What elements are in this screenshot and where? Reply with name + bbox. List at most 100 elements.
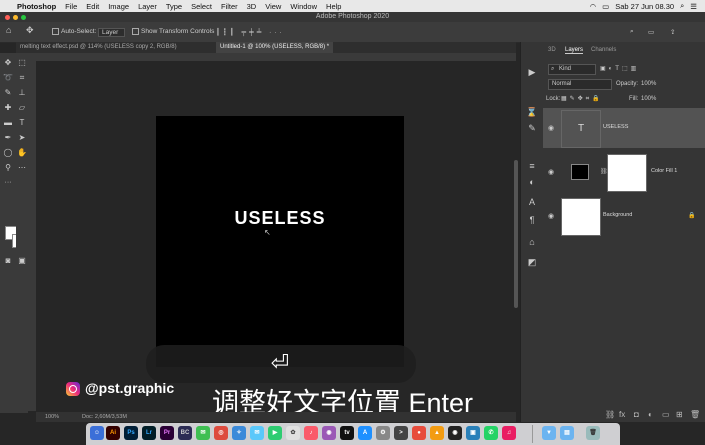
dock-app-lightroom[interactable]: Lr	[142, 426, 156, 440]
gradient-tool-icon[interactable]: ▬	[1, 117, 15, 128]
lasso-tool-icon[interactable]: ➰	[1, 72, 15, 83]
adjustment-layer-icon[interactable]: ◐	[648, 410, 653, 419]
dock-app-premiere[interactable]: Pr	[160, 426, 174, 440]
visibility-eye-icon[interactable]: ◉	[548, 124, 554, 132]
new-layer-icon[interactable]: ⊞	[676, 410, 683, 419]
dock-app-illustrator[interactable]: Ai	[106, 426, 120, 440]
tv-icon[interactable]: tv	[340, 426, 354, 440]
search-icon[interactable]: ⌕	[630, 28, 634, 36]
menubar-datetime[interactable]: Sab 27 Jun 08.30	[615, 2, 674, 11]
align-icons[interactable]: ┃┇┃ ╤╪╧ ···	[216, 28, 285, 36]
path-selection-icon[interactable]: ➤	[16, 132, 28, 143]
documents-folder-icon[interactable]: ▤	[560, 426, 574, 440]
tab-3d[interactable]: 3D	[548, 47, 556, 53]
ellipse-tool-icon[interactable]: ◯	[1, 147, 15, 158]
tab-untitled-1[interactable]: Untitled-1 @ 100% (USELESS, RGB/8) *	[216, 42, 334, 53]
menu-3d[interactable]: 3D	[247, 2, 257, 11]
tab-melting-text-effect[interactable]: melting text effect.psd @ 114% (USELESS …	[16, 42, 181, 53]
music-icon[interactable]: ♪	[304, 426, 318, 440]
terminal-icon[interactable]: >	[394, 426, 408, 440]
menu-app-name[interactable]: Photoshop	[17, 2, 56, 11]
layer-background[interactable]: ◉ Background 🔒	[543, 196, 705, 236]
properties-icon[interactable]: ≡	[526, 160, 538, 172]
messages-icon[interactable]: ✉	[196, 426, 210, 440]
healing-tool-icon[interactable]: ✚	[1, 102, 15, 113]
adjustments-icon[interactable]: ◐	[526, 176, 538, 188]
blend-mode-dropdown[interactable]: Normal	[548, 79, 612, 90]
layer-useless[interactable]: ◉ T USELESS	[543, 108, 705, 148]
filter-kind-dropdown[interactable]: ⌕ Kind	[548, 64, 596, 75]
close-window-icon[interactable]	[5, 15, 10, 20]
trash-icon[interactable]: 🗑	[690, 410, 700, 419]
edit-toolbar-icon[interactable]: ⋯	[16, 162, 28, 173]
libraries-icon[interactable]: ◩	[526, 256, 538, 268]
wifi-icon[interactable]: ◠	[590, 2, 597, 11]
group-icon[interactable]: ▭	[662, 410, 670, 419]
canvas-text-useless[interactable]: USELESS	[156, 208, 404, 229]
mail-icon[interactable]: ✉	[250, 426, 264, 440]
move-tool-icon[interactable]: ✥	[26, 25, 34, 36]
document-size[interactable]: Doc: 2,60M/3,53M	[82, 412, 127, 422]
menu-type[interactable]: Type	[166, 2, 182, 11]
layer-name[interactable]: USELESS	[603, 124, 628, 130]
vertical-scrollbar[interactable]	[514, 160, 518, 308]
downloads-folder-icon[interactable]: ▼	[542, 426, 556, 440]
media-app-icon[interactable]: ●	[412, 426, 426, 440]
link-layers-icon[interactable]: ⛓	[605, 410, 615, 419]
vlc-icon[interactable]: ▲	[430, 426, 444, 440]
menu-file[interactable]: File	[65, 2, 77, 11]
hand-tool-icon[interactable]: ✋	[16, 147, 28, 158]
minimize-window-icon[interactable]	[13, 15, 18, 20]
share-icon[interactable]: ⇪	[670, 28, 675, 36]
show-transform-checkbox[interactable]: Show Transform Controls	[132, 28, 214, 35]
finder-icon[interactable]: ☺	[90, 426, 104, 440]
home-icon[interactable]: ⌂	[6, 25, 11, 35]
filter-icons[interactable]: ▣◐T⬚▥	[600, 65, 639, 72]
menu-layer[interactable]: Layer	[138, 2, 157, 11]
dock-app-bridge[interactable]: BC	[178, 426, 192, 440]
lock-icons[interactable]: ▦✎✥⌗🔒	[561, 95, 603, 103]
whatsapp-icon[interactable]: ✆	[484, 426, 498, 440]
menu-list-icon[interactable]: ☰	[690, 2, 697, 11]
menu-help[interactable]: Help	[326, 2, 341, 11]
menu-image[interactable]: Image	[108, 2, 129, 11]
brush-settings-icon[interactable]: ✎	[526, 122, 538, 134]
zoom-app-icon[interactable]: ▣	[466, 426, 480, 440]
podcasts-icon[interactable]: ◉	[322, 426, 336, 440]
type-tool-icon[interactable]: T	[16, 117, 28, 128]
system-preferences-icon[interactable]: ⚙	[376, 426, 390, 440]
document-canvas[interactable]	[156, 116, 404, 367]
safari-icon[interactable]: ✧	[232, 426, 246, 440]
zoom-level[interactable]: 100%	[45, 412, 59, 422]
add-mask-icon[interactable]: ◘	[634, 410, 639, 419]
move-tool-icon[interactable]: ✥	[1, 57, 15, 68]
play-icon[interactable]: ▶	[526, 66, 538, 78]
character-icon[interactable]: A	[526, 196, 538, 208]
screen-mode-icon[interactable]: ▣	[16, 255, 28, 266]
music-app-icon[interactable]: ♫	[502, 426, 516, 440]
menu-window[interactable]: Window	[290, 2, 317, 11]
trash-icon[interactable]: 🗑	[586, 426, 600, 440]
workspace-icon[interactable]: ▭	[648, 28, 654, 36]
more-tools-icon[interactable]: ···	[1, 177, 15, 188]
quick-mask-icon[interactable]: ◙	[1, 255, 15, 266]
fill-value[interactable]: 100%	[641, 96, 656, 102]
zoom-window-icon[interactable]	[21, 15, 26, 20]
tab-channels[interactable]: Channels	[591, 47, 616, 53]
facetime-icon[interactable]: ▶	[268, 426, 282, 440]
app-store-icon[interactable]: A	[358, 426, 372, 440]
visibility-eye-icon[interactable]: ◉	[548, 168, 554, 176]
layer-color-fill-1[interactable]: ◉ ⛓ Color Fill 1	[543, 152, 705, 192]
menu-select[interactable]: Select	[191, 2, 212, 11]
crop-tool-icon[interactable]: ⌗	[16, 72, 28, 83]
tab-layers[interactable]: Layers	[565, 47, 584, 54]
pen-tool-icon[interactable]: ✒	[1, 132, 15, 143]
fx-icon[interactable]: fx	[619, 410, 625, 419]
zoom-tool-icon[interactable]: ⚲	[1, 162, 15, 173]
auto-select-dropdown[interactable]: Layer	[98, 28, 126, 37]
history-icon[interactable]: ⌛	[526, 106, 538, 118]
menu-view[interactable]: View	[265, 2, 281, 11]
menu-filter[interactable]: Filter	[221, 2, 238, 11]
marquee-tool-icon[interactable]: ⬚	[16, 57, 28, 68]
visibility-eye-icon[interactable]: ◉	[548, 212, 554, 220]
